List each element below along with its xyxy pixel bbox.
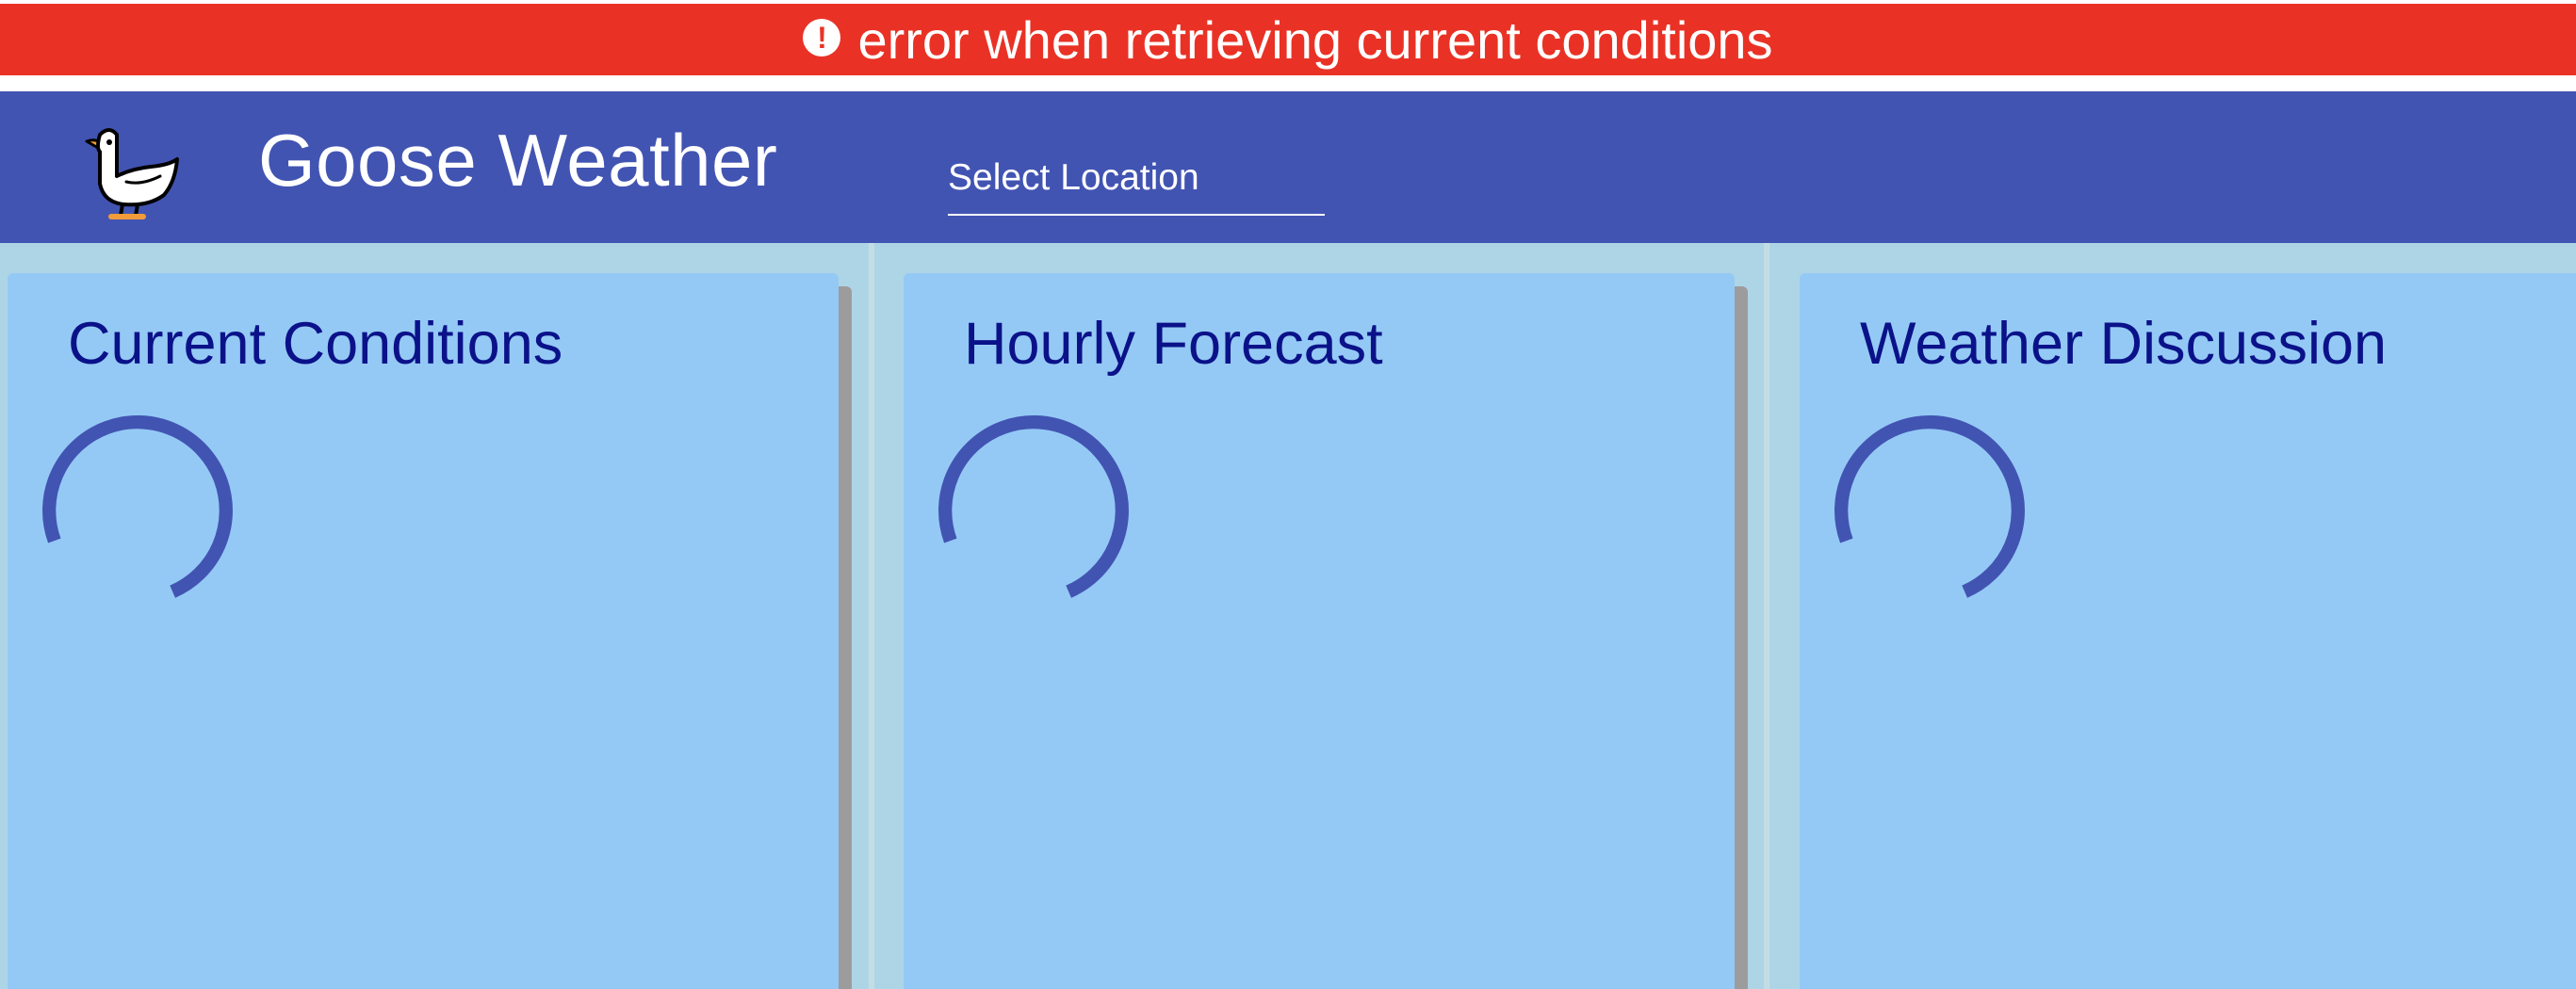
goose-icon bbox=[85, 128, 179, 219]
card-title: Hourly Forecast bbox=[964, 311, 1383, 377]
weather-discussion-card: Weather Discussion bbox=[1800, 273, 2576, 989]
column-divider bbox=[1764, 243, 1769, 989]
dashboard-content: Current Conditions Hourly Forecast Weath… bbox=[0, 243, 2576, 989]
exclamation-circle-icon: ! bbox=[803, 19, 841, 57]
error-message: error when retrieving current conditions bbox=[857, 9, 1773, 70]
loading-spinner-icon bbox=[42, 415, 233, 606]
card-title: Current Conditions bbox=[68, 311, 563, 377]
card-title: Weather Discussion bbox=[1860, 311, 2388, 377]
location-select[interactable]: Select Location bbox=[948, 157, 1325, 216]
error-banner: ! error when retrieving current conditio… bbox=[0, 4, 2576, 75]
app-title: Goose Weather bbox=[258, 119, 778, 202]
loading-spinner-icon bbox=[1834, 415, 2025, 606]
column-divider bbox=[869, 243, 874, 989]
loading-spinner-icon bbox=[938, 415, 1129, 606]
current-conditions-card: Current Conditions bbox=[8, 273, 839, 989]
location-select-placeholder: Select Location bbox=[948, 157, 1199, 198]
hourly-forecast-card: Hourly Forecast bbox=[904, 273, 1735, 989]
app-header: Goose Weather Select Location bbox=[0, 91, 2576, 243]
